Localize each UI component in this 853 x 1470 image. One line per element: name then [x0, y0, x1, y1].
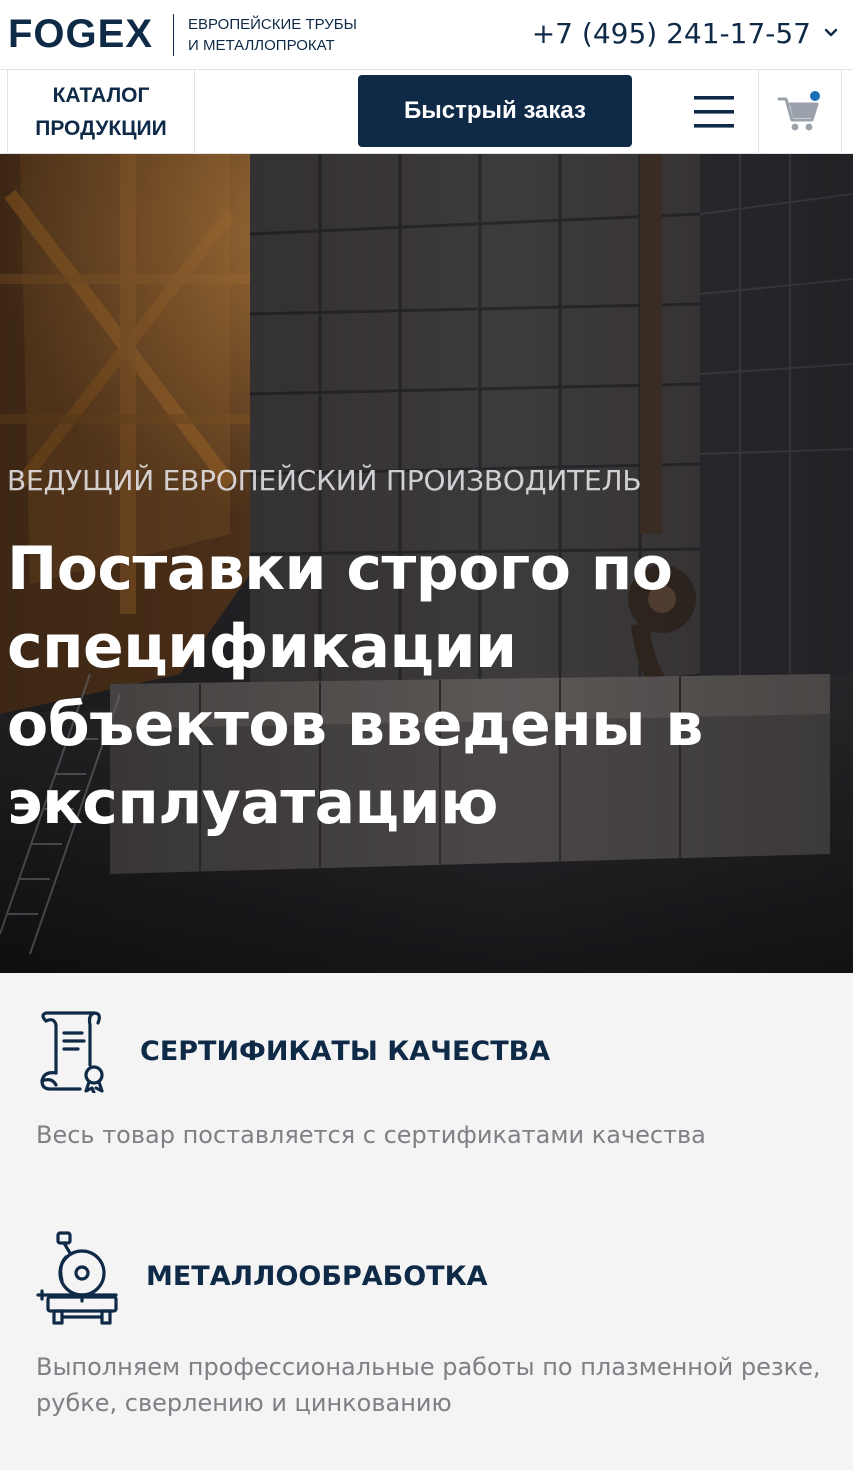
saw-machine-icon — [36, 1231, 118, 1325]
chevron-down-icon[interactable] — [823, 25, 839, 41]
hero-subtitle: ВЕДУЩИЙ ЕВРОПЕЙСКИЙ ПРОИЗВОДИТЕЛЬ — [7, 464, 642, 497]
tagline: ЕВРОПЕЙСКИЕ ТРУБЫ И МЕТАЛЛОПРОКАТ — [188, 14, 357, 56]
feature-text: Весь товар поставляется с сертификатами … — [36, 1121, 706, 1149]
quick-order-button[interactable]: Быстрый заказ — [358, 75, 632, 147]
tagline-line-2: И МЕТАЛЛОПРОКАТ — [188, 37, 335, 54]
logo-divider — [173, 14, 174, 56]
phone-number[interactable]: +7 (495) 241-17-57 — [532, 16, 811, 52]
feature-text: Выполняем профессиональные работы по пла… — [36, 1353, 821, 1417]
hero-title: Поставки строго по спецификации объектов… — [7, 534, 703, 838]
tagline-line-1: ЕВРОПЕЙСКИЕ ТРУБЫ — [188, 16, 357, 33]
hero-banner: ВЕДУЩИЙ ЕВРОПЕЙСКИЙ ПРОИЗВОДИТЕЛЬ Постав… — [0, 154, 853, 973]
menu-button[interactable] — [670, 70, 758, 154]
top-bar: FOGEX ЕВРОПЕЙСКИЕ ТРУБЫ И МЕТАЛЛОПРОКАТ … — [0, 0, 853, 70]
cart-icon — [777, 91, 820, 131]
catalog-button[interactable]: КАТАЛОГ ПРОДУКЦИИ — [7, 70, 195, 154]
menu-icon — [694, 96, 734, 128]
feature-title: СЕРТИФИКАТЫ КАЧЕСТВА — [140, 1036, 551, 1067]
nav-bar: КАТАЛОГ ПРОДУКЦИИ Быстрый заказ — [0, 70, 853, 154]
catalog-label-line-2: ПРОДУКЦИИ — [35, 117, 167, 140]
cart-button[interactable] — [758, 70, 842, 154]
certificate-scroll-icon — [40, 1011, 104, 1093]
logo[interactable]: FOGEX — [8, 12, 153, 56]
feature-title: МЕТАЛЛООБРАБОТКА — [146, 1261, 488, 1292]
features-section: СЕРТИФИКАТЫ КАЧЕСТВА Весь товар поставля… — [0, 973, 853, 1470]
catalog-label-line-1: КАТАЛОГ — [52, 84, 150, 107]
